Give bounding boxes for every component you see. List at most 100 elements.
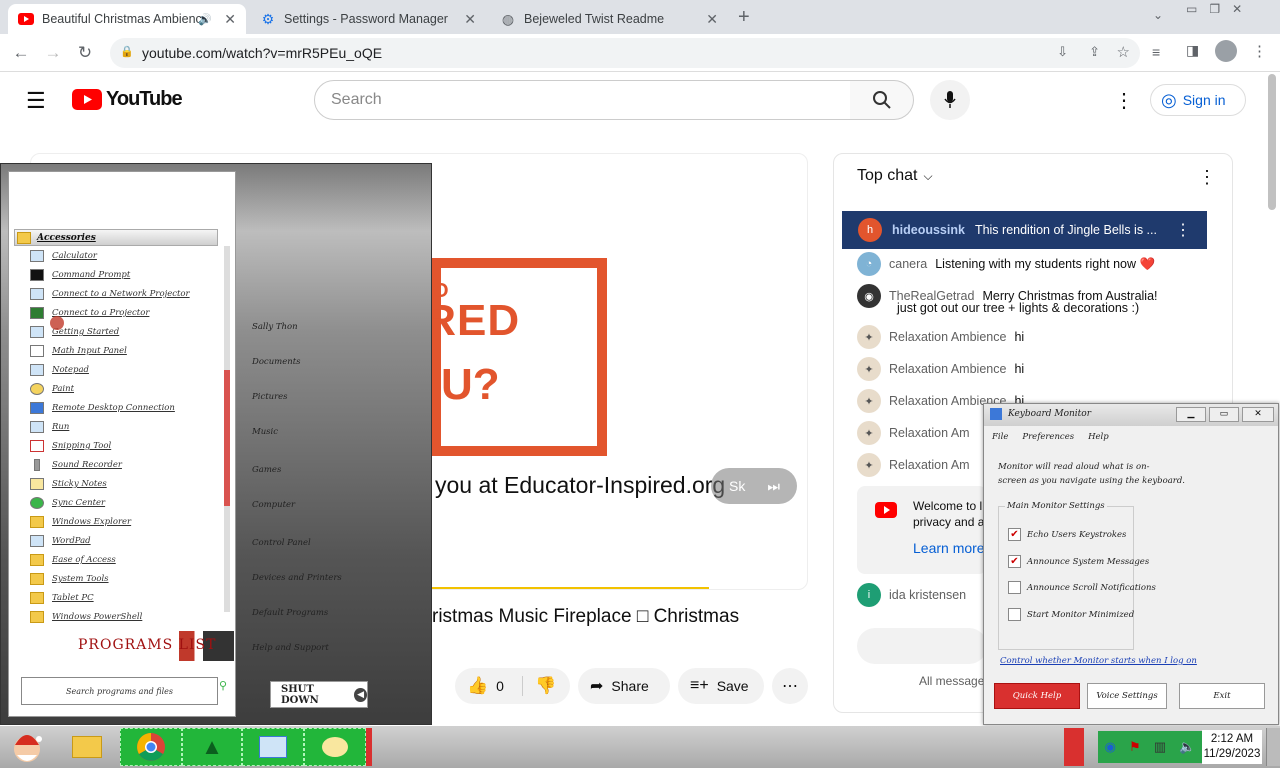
exit-button[interactable]: Exit xyxy=(1179,683,1265,709)
program-item[interactable]: Windows PowerShell xyxy=(30,611,142,623)
volume-icon[interactable]: 🔈 xyxy=(1179,739,1195,755)
address-bar[interactable]: 🔒 youtube.com/watch?v=mrR5PEu_oQE ⇩ ⇪ ☆ xyxy=(110,38,1140,68)
bookmark-star-icon[interactable]: ☆ xyxy=(1117,43,1130,61)
profile-avatar[interactable] xyxy=(1215,40,1237,62)
taskbar-chrome[interactable] xyxy=(120,728,182,766)
taskbar-monitor-app[interactable] xyxy=(242,728,304,766)
chat-mode-dropdown[interactable]: Top chat ⌵ xyxy=(857,167,933,185)
program-item[interactable]: Paint xyxy=(30,383,74,395)
display-icon[interactable]: ▥ xyxy=(1154,739,1166,755)
side-panel-icon[interactable]: ◨ xyxy=(1186,42,1199,59)
network-icon[interactable]: ◉ xyxy=(1105,739,1116,755)
program-item[interactable]: Command Prompt xyxy=(30,269,130,281)
settings-menu-icon[interactable]: ⋮ xyxy=(1114,88,1134,113)
option-system-messages[interactable]: ✔ Announce System Messages xyxy=(1008,555,1149,568)
share-icon[interactable]: ⇪ xyxy=(1089,44,1100,60)
pinned-menu-icon[interactable]: ⋮ xyxy=(1175,220,1191,240)
skip-ad-button[interactable]: Sk ⏭ xyxy=(711,468,797,504)
close-window-icon[interactable]: ✕ xyxy=(1232,2,1242,16)
start-right-item[interactable]: Default Programs xyxy=(252,608,328,618)
maximize-icon[interactable]: ▭ xyxy=(1209,407,1239,422)
program-item[interactable]: Tablet PC xyxy=(30,592,94,604)
accessories-folder[interactable]: Accessories xyxy=(14,229,218,246)
checkbox[interactable]: ✔ xyxy=(1008,528,1021,541)
start-right-item[interactable]: Devices and Printers xyxy=(252,573,342,583)
media-icon[interactable]: ≡ xyxy=(1152,44,1160,60)
menu-help[interactable]: Help xyxy=(1088,432,1109,442)
program-item[interactable]: Calculator xyxy=(30,250,97,262)
scrollbar-thumb[interactable] xyxy=(224,370,230,506)
option-scroll[interactable]: Announce Scroll Notifications xyxy=(1008,581,1156,594)
taskbar-chat-app[interactable] xyxy=(304,728,366,766)
start-right-item[interactable]: Help and Support xyxy=(252,643,329,653)
start-right-item[interactable]: Pictures xyxy=(252,392,288,402)
program-item[interactable]: Math Input Panel xyxy=(30,345,127,357)
minimize-icon[interactable]: ▁ xyxy=(1176,407,1206,422)
program-item[interactable]: Sticky Notes xyxy=(30,478,107,490)
more-actions-icon[interactable]: ⋯ xyxy=(772,668,808,704)
save-button[interactable]: ≡+ Save xyxy=(678,668,764,704)
install-icon[interactable]: ⇩ xyxy=(1057,44,1068,60)
restore-icon[interactable]: ❐ xyxy=(1209,2,1220,16)
program-item[interactable]: Getting Started xyxy=(30,326,119,338)
program-item[interactable]: Notepad xyxy=(30,364,89,376)
program-item[interactable]: Connect to a Projector xyxy=(30,307,149,319)
menu-preferences[interactable]: Preferences xyxy=(1022,432,1074,442)
taskbar-explorer[interactable] xyxy=(60,728,114,766)
program-item[interactable]: Sound Recorder xyxy=(30,459,122,471)
program-item[interactable]: Ease of Access xyxy=(30,554,116,566)
speaker-icon[interactable]: 🔊 xyxy=(198,13,212,26)
share-button[interactable]: ➦ Share xyxy=(578,668,670,704)
close-tab-icon[interactable]: ✕ xyxy=(464,11,476,28)
back-icon[interactable]: ← xyxy=(8,40,34,66)
show-desktop-button[interactable] xyxy=(1266,728,1280,766)
shutdown-options-icon[interactable]: ◀ xyxy=(354,687,367,702)
quick-help-button[interactable]: Quick Help xyxy=(994,683,1080,709)
close-tab-icon[interactable]: ✕ xyxy=(224,11,236,28)
program-item[interactable]: Snipping Tool xyxy=(30,440,111,452)
chrome-menu-icon[interactable]: ⋮ xyxy=(1252,42,1267,60)
search-icon[interactable]: ⚲ xyxy=(219,679,227,692)
start-button[interactable] xyxy=(0,728,54,766)
tab-youtube[interactable]: Beautiful Christmas Ambienc 🔊 ✕ xyxy=(8,4,246,34)
checkbox[interactable] xyxy=(1008,608,1021,621)
reload-icon[interactable]: ↻ xyxy=(72,40,98,66)
program-item[interactable]: WordPad xyxy=(30,535,91,547)
startup-link[interactable]: Control whether Monitor starts when I lo… xyxy=(1000,656,1197,666)
start-right-item[interactable]: Control Panel xyxy=(252,538,311,548)
hamburger-menu-icon[interactable]: ☰ xyxy=(26,88,46,114)
pinned-message[interactable]: h hideoussink This rendition of Jingle B… xyxy=(842,211,1207,249)
voice-search-button[interactable] xyxy=(930,80,970,120)
option-echo[interactable]: ✔ Echo Users Keystrokes xyxy=(1008,528,1126,541)
program-item[interactable]: Run xyxy=(30,421,69,433)
chat-input[interactable] xyxy=(857,628,987,664)
start-right-item[interactable]: Games xyxy=(252,465,281,475)
checkbox[interactable]: ✔ xyxy=(1008,555,1021,568)
tab-readme[interactable]: ◍ Bejeweled Twist Readme ✕ xyxy=(490,4,728,34)
new-tab-button[interactable]: + xyxy=(738,6,750,29)
close-tab-icon[interactable]: ✕ xyxy=(706,11,718,28)
page-scrollbar[interactable] xyxy=(1268,74,1276,210)
program-item[interactable]: System Tools xyxy=(30,573,109,585)
sign-in-button[interactable]: ◎ Sign in xyxy=(1150,84,1246,116)
youtube-logo[interactable]: YouTube xyxy=(72,88,183,111)
program-item[interactable]: Windows Explorer xyxy=(30,516,131,528)
program-item[interactable]: Remote Desktop Connection xyxy=(30,402,175,414)
checkbox[interactable] xyxy=(1008,581,1021,594)
action-center-icon[interactable]: ⚑ xyxy=(1129,739,1141,755)
clock[interactable]: 2:12 AM 11/29/2023 xyxy=(1202,730,1262,764)
taskbar-tree-app[interactable]: ▲ xyxy=(182,728,242,766)
chat-menu-icon[interactable]: ⋮ xyxy=(1198,167,1216,188)
close-icon[interactable]: ✕ xyxy=(1242,407,1274,422)
shutdown-button[interactable]: SHUT DOWN ◀ xyxy=(270,681,368,708)
learn-more-link[interactable]: Learn more xyxy=(913,540,985,556)
option-minimized[interactable]: Start Monitor Minimized xyxy=(1008,608,1134,621)
progress-bar[interactable] xyxy=(431,587,709,589)
tab-search-icon[interactable]: ⌄ xyxy=(1153,8,1163,22)
minimize-icon[interactable]: ▭ xyxy=(1186,2,1197,16)
kb-titlebar[interactable]: Keyboard Monitor ▁ ▭ ✕ xyxy=(984,404,1278,426)
menu-file[interactable]: File xyxy=(992,432,1008,442)
program-item[interactable]: Sync Center xyxy=(30,497,105,509)
tab-settings[interactable]: ⚙ Settings - Password Manager ✕ xyxy=(250,4,486,34)
tray-show-hidden[interactable] xyxy=(1064,728,1084,766)
